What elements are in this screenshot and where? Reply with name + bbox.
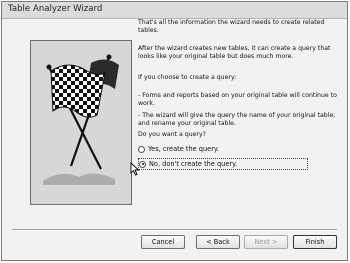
no-option-label: No, don't create the query. xyxy=(149,160,238,168)
wizard-window: Table Analyzer Wizard That's all the inf… xyxy=(1,1,348,261)
radio-button[interactable] xyxy=(138,145,145,153)
mouse-pointer-icon xyxy=(130,162,140,176)
yes-create-query-option[interactable]: Yes, create the query. xyxy=(138,143,308,155)
question-text: Do you want a query? xyxy=(138,131,206,138)
button-divider xyxy=(12,229,337,231)
checkered-flag-icon xyxy=(43,54,119,185)
name-bullet-text: - The wizard will give the query the nam… xyxy=(138,112,336,127)
forms-bullet-text: - Forms and reports based on your origin… xyxy=(138,92,337,107)
finish-button[interactable]: Finish xyxy=(293,235,337,249)
title-bar: Table Analyzer Wizard xyxy=(2,2,347,19)
if-choose-text: If you choose to create a query: xyxy=(138,74,237,81)
back-button[interactable]: < Back xyxy=(196,235,240,249)
wizard-illustration-panel xyxy=(30,40,132,205)
cancel-button[interactable]: Cancel xyxy=(141,235,185,249)
intro-text: That's all the information the wizard ne… xyxy=(138,19,325,34)
next-button[interactable]: Next > xyxy=(244,235,288,249)
no-create-query-option[interactable]: No, don't create the query. xyxy=(138,158,308,170)
yes-option-label: Yes, create the query. xyxy=(148,145,219,153)
after-create-text: After the wizard creates new tables, it … xyxy=(138,45,331,60)
radio-button[interactable] xyxy=(139,160,146,168)
window-title: Table Analyzer Wizard xyxy=(8,4,103,14)
